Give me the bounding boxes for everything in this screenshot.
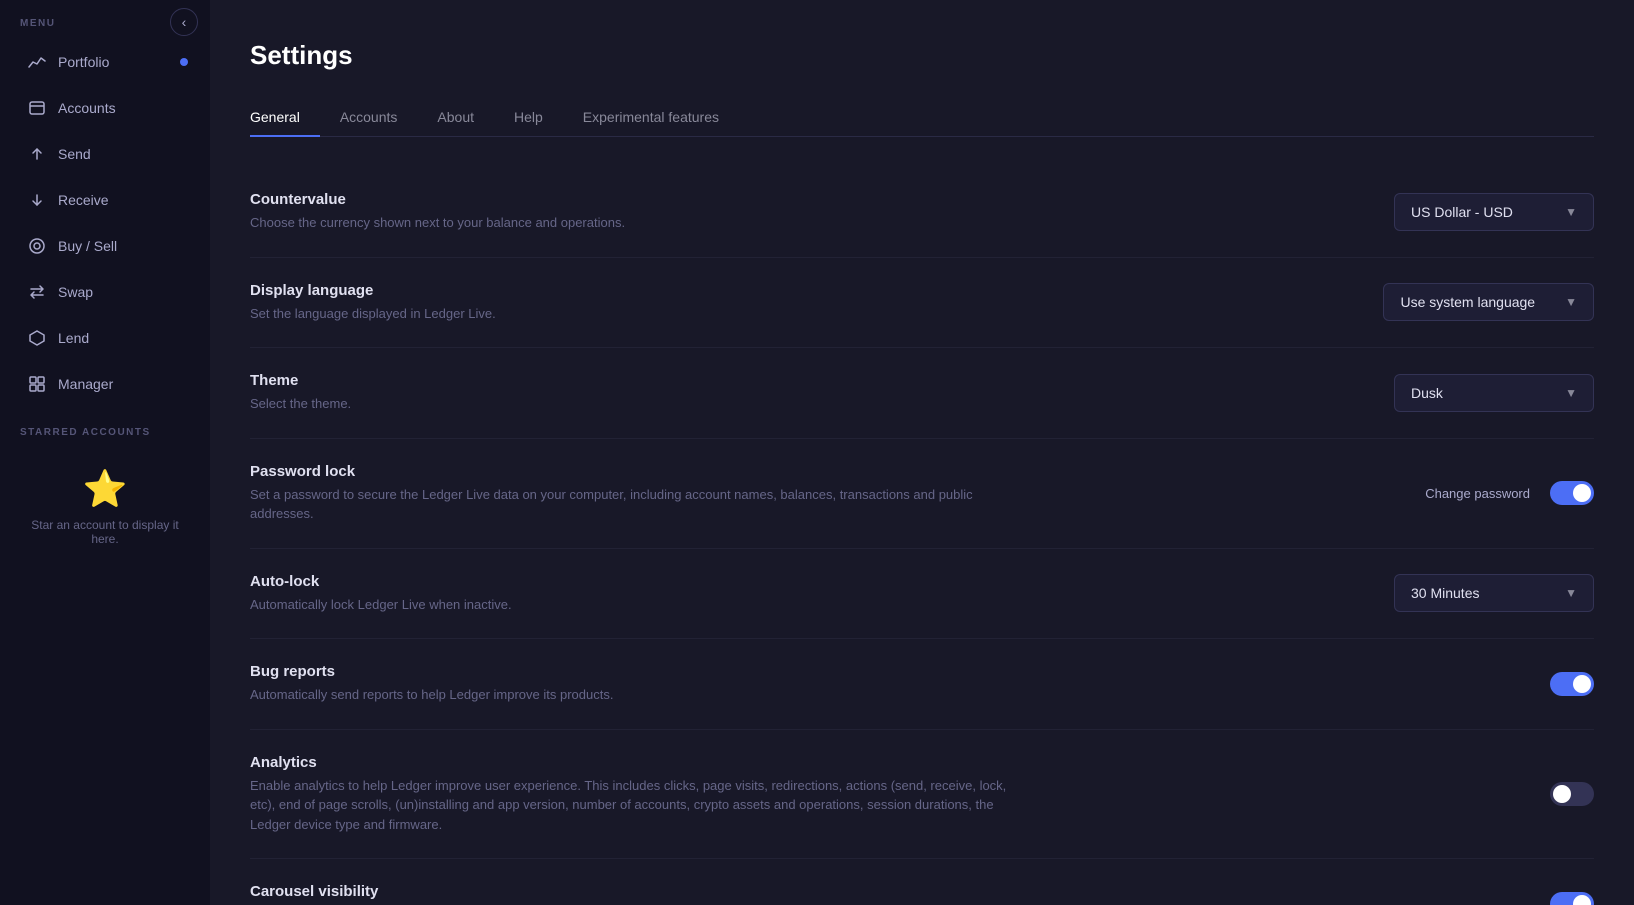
countervalue-title: Countervalue [250,191,1030,208]
sidebar-item-label: Buy / Sell [58,238,117,254]
password-lock-title: Password lock [250,463,1030,480]
auto-lock-desc: Automatically lock Ledger Live when inac… [250,595,1030,615]
chevron-down-icon: ▼ [1565,205,1577,219]
sidebar: MENU Portfolio Accounts Send [0,0,210,905]
theme-value: Dusk [1411,385,1443,401]
sidebar-item-portfolio[interactable]: Portfolio [8,41,202,83]
starred-accounts-label: STARRED ACCOUNTS [0,407,210,448]
notification-dot [180,58,188,66]
display-language-dropdown[interactable]: Use system language ▼ [1383,283,1594,321]
toggle-knob [1573,675,1591,693]
sidebar-item-manager[interactable]: Manager [8,363,202,405]
toggle-knob [1553,785,1571,803]
chevron-down-icon: ▼ [1565,386,1577,400]
sidebar-item-label: Manager [58,376,113,392]
analytics-row: Analytics Enable analytics to help Ledge… [250,730,1594,860]
sidebar-item-send[interactable]: Send [8,133,202,175]
send-icon [28,145,46,163]
manager-icon [28,375,46,393]
auto-lock-row: Auto-lock Automatically lock Ledger Live… [250,549,1594,640]
toggle-knob [1573,895,1591,905]
theme-title: Theme [250,372,1030,389]
lend-icon [28,329,46,347]
carousel-visibility-title: Carousel visibility [250,883,1030,900]
bug-reports-row: Bug reports Automatically send reports t… [250,639,1594,730]
display-language-desc: Set the language displayed in Ledger Liv… [250,304,1030,324]
auto-lock-value: 30 Minutes [1411,585,1479,601]
countervalue-dropdown[interactable]: US Dollar - USD ▼ [1394,193,1594,231]
tab-help[interactable]: Help [494,99,563,137]
buy-sell-icon [28,237,46,255]
swap-icon [28,283,46,301]
sidebar-item-label: Lend [58,330,89,346]
display-language-row: Display language Set the language displa… [250,258,1594,349]
toggle-knob [1573,484,1591,502]
change-password-button[interactable]: Change password [1417,482,1538,505]
tab-accounts[interactable]: Accounts [320,99,418,137]
password-lock-desc: Set a password to secure the Ledger Live… [250,485,1030,524]
page-title: Settings [250,40,1594,71]
sidebar-item-label: Send [58,146,91,162]
starred-empty-text: Star an account to display it here. [20,518,190,546]
tab-general[interactable]: General [250,99,320,137]
theme-row: Theme Select the theme. Dusk ▼ [250,348,1594,439]
settings-panel: Settings General Accounts About Help Exp… [210,0,1634,905]
sidebar-item-buy-sell[interactable]: Buy / Sell [8,225,202,267]
receive-icon [28,191,46,209]
chevron-down-icon: ▼ [1565,295,1577,309]
sidebar-item-label: Portfolio [58,54,109,70]
display-language-value: Use system language [1400,294,1535,310]
auto-lock-dropdown[interactable]: 30 Minutes ▼ [1394,574,1594,612]
auto-lock-title: Auto-lock [250,573,1030,590]
sidebar-item-receive[interactable]: Receive [8,179,202,221]
back-button[interactable]: ‹ [170,8,198,36]
theme-dropdown[interactable]: Dusk ▼ [1394,374,1594,412]
chevron-down-icon: ▼ [1565,586,1577,600]
portfolio-icon [28,53,46,71]
bug-reports-toggle[interactable] [1550,672,1594,696]
countervalue-row: Countervalue Choose the currency shown n… [250,167,1594,258]
sidebar-item-accounts[interactable]: Accounts [8,87,202,129]
analytics-title: Analytics [250,754,1030,771]
sidebar-item-label: Accounts [58,100,116,116]
analytics-toggle[interactable] [1550,782,1594,806]
display-language-title: Display language [250,282,1030,299]
accounts-icon [28,99,46,117]
tab-experimental[interactable]: Experimental features [563,99,739,137]
star-icon: ⭐ [83,468,128,510]
analytics-desc: Enable analytics to help Ledger improve … [250,776,1030,835]
sidebar-item-label: Swap [58,284,93,300]
theme-desc: Select the theme. [250,394,1030,414]
starred-empty: ⭐ Star an account to display it here. [0,448,210,566]
carousel-visibility-toggle[interactable] [1550,892,1594,905]
main-content: Settings General Accounts About Help Exp… [210,0,1634,905]
countervalue-desc: Choose the currency shown next to your b… [250,213,1030,233]
settings-tabs: General Accounts About Help Experimental… [250,99,1594,137]
password-lock-toggle[interactable] [1550,481,1594,505]
password-lock-row: Password lock Set a password to secure t… [250,439,1594,549]
sidebar-item-label: Receive [58,192,109,208]
sidebar-item-swap[interactable]: Swap [8,271,202,313]
carousel-visibility-row: Carousel visibility Enable visibility of… [250,859,1594,905]
countervalue-value: US Dollar - USD [1411,204,1513,220]
tab-about[interactable]: About [417,99,494,137]
bug-reports-desc: Automatically send reports to help Ledge… [250,685,1030,705]
sidebar-item-lend[interactable]: Lend [8,317,202,359]
bug-reports-title: Bug reports [250,663,1030,680]
